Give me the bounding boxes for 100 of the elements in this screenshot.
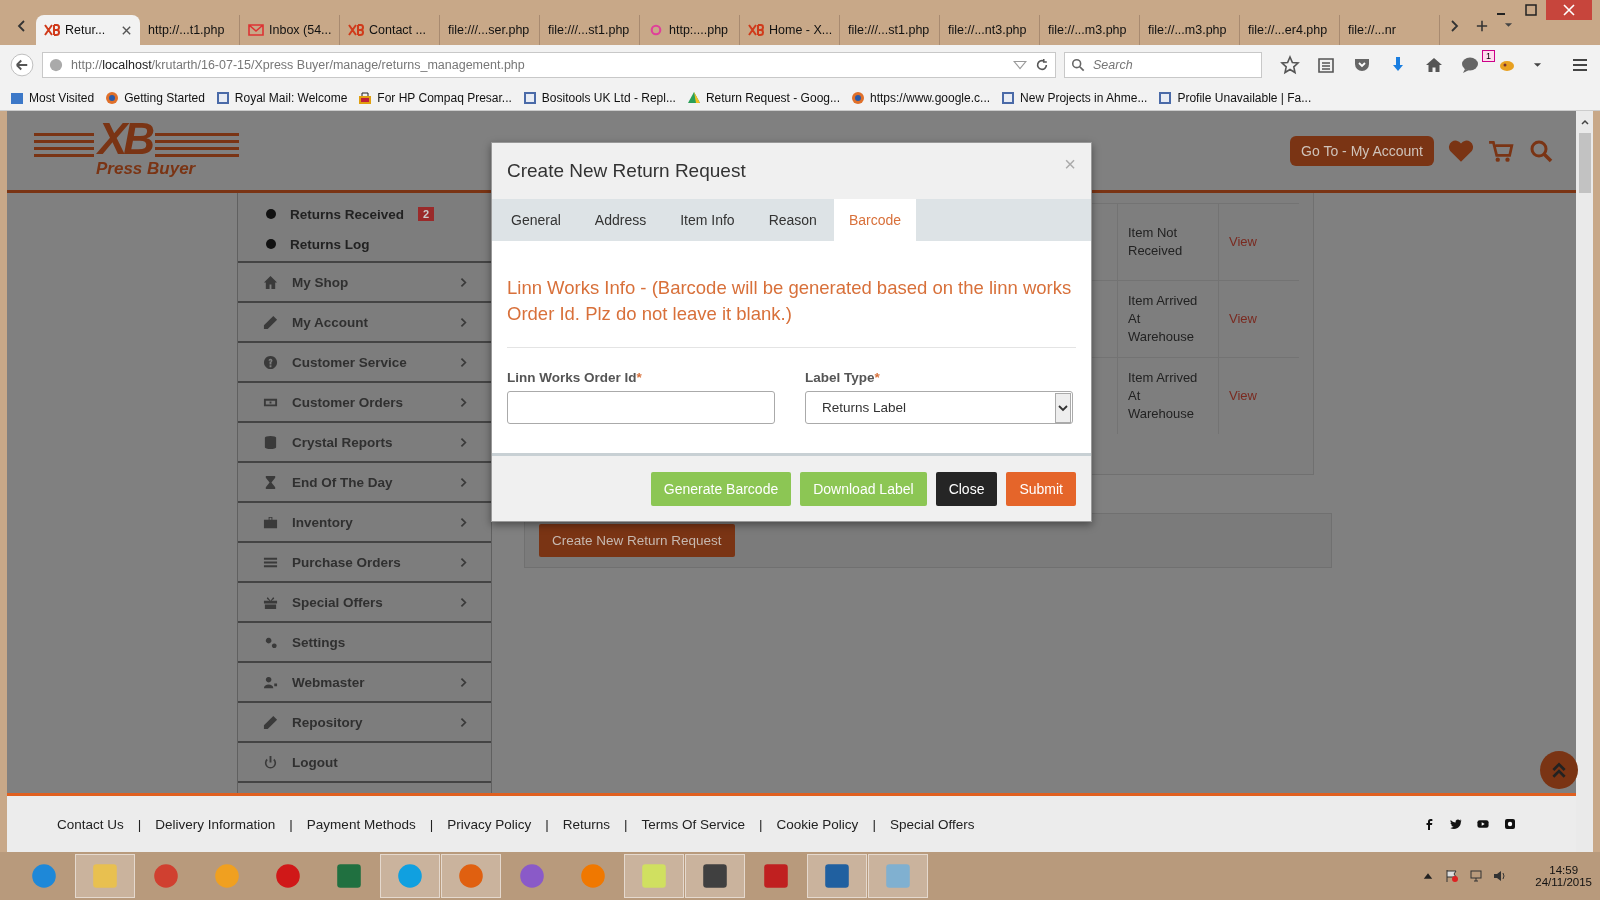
bookmark[interactable]: Most Visited — [10, 90, 95, 105]
tab-title: file:///...st1.php — [848, 23, 930, 37]
scroll-up-icon[interactable] — [1579, 118, 1590, 126]
pencil-icon — [263, 314, 278, 330]
info-heading: Linn Works Info - (Barcode will be generated based on the linn works Order Id. Plz do not leave it blank.) — [507, 275, 1076, 348]
cart-icon[interactable] — [1488, 138, 1514, 163]
chevron-icon — [459, 316, 467, 328]
chevron-icon — [459, 476, 467, 488]
dialog-tab[interactable]: Item Info — [663, 199, 752, 241]
reading-list-icon[interactable] — [1316, 55, 1336, 75]
home-icon[interactable] — [1424, 55, 1444, 75]
network-icon[interactable] — [1469, 869, 1484, 883]
order-id-field[interactable] — [507, 391, 775, 424]
browser-tab[interactable]: Retur... — [36, 15, 140, 45]
video-icon[interactable] — [1477, 818, 1489, 830]
scroll-thumb[interactable] — [1578, 133, 1591, 193]
taskbar-app[interactable] — [685, 854, 745, 898]
page-icon — [522, 90, 537, 105]
bullet-icon — [266, 209, 276, 219]
tab-title: file:///...ser.php — [448, 23, 530, 37]
page-icon — [1158, 90, 1173, 105]
flag-icon[interactable] — [1445, 869, 1460, 883]
sidebar-subitem[interactable]: Returns Log — [266, 229, 491, 259]
footer-link[interactable]: Terms Of Service — [641, 816, 746, 832]
footer-link[interactable]: Delivery Information — [155, 816, 276, 832]
dialog-tab[interactable]: Address — [577, 199, 664, 241]
gift-icon — [263, 594, 278, 610]
footer-link[interactable]: Special Offers — [889, 816, 975, 832]
bag-icon — [358, 90, 373, 105]
separator: | — [289, 816, 293, 832]
triangle-icon — [686, 90, 701, 105]
separator: | — [624, 816, 628, 832]
footer-link[interactable]: Returns — [562, 816, 610, 832]
tab-title: Retur... — [65, 23, 106, 37]
heart-icon[interactable] — [1448, 138, 1474, 163]
chevron-icon — [459, 276, 467, 288]
chevron-icon — [459, 676, 467, 688]
notification-badge: 1 — [1482, 50, 1495, 62]
search-icon — [1071, 58, 1085, 72]
label-type-dropdown[interactable]: Returns Label — [805, 391, 1073, 424]
page-icon — [215, 90, 230, 105]
pencil-icon — [263, 714, 278, 730]
search-field[interactable]: Search — [1064, 52, 1262, 78]
tab-title: Home - X... — [769, 23, 833, 37]
footer-link[interactable]: Cookie Policy — [776, 816, 859, 832]
chevron-icon — [459, 556, 467, 568]
search-icon[interactable] — [1528, 138, 1554, 163]
sidebar-subitem[interactable]: Returns Received 2 — [266, 199, 491, 229]
bookmark-label: Getting Started — [124, 90, 205, 105]
hourglass-icon — [263, 474, 278, 490]
separator: | — [429, 816, 434, 832]
create-request-button[interactable]: Create New Return Request — [539, 524, 735, 557]
mail-icon — [248, 24, 264, 36]
scrollbar[interactable] — [1576, 111, 1593, 852]
clock-time: 14:59 — [1549, 864, 1579, 876]
new-tab-icon[interactable] — [1476, 19, 1488, 33]
briefcase-icon — [263, 514, 278, 530]
footer-link[interactable]: Contact Us — [57, 816, 124, 832]
home-icon — [263, 274, 278, 290]
separator: | — [545, 816, 549, 832]
chevron-icon — [459, 516, 467, 528]
speaker-icon[interactable] — [1493, 869, 1508, 883]
power-icon — [263, 754, 278, 770]
address-bar[interactable]: http://localhost/krutarth/16-07-15/Xpress Buyer/manage/returns_management.php — [42, 52, 1056, 78]
twitter-icon[interactable] — [1450, 818, 1462, 830]
tab-title: file:///...st1.php — [548, 23, 630, 37]
star-icon[interactable] — [1280, 55, 1300, 75]
dropdown-icon[interactable] — [1013, 58, 1027, 72]
social-icon[interactable] — [1504, 818, 1516, 830]
taskbar-app[interactable] — [807, 854, 867, 898]
close-icon[interactable] — [1546, 0, 1592, 20]
dialog-tab[interactable]: General — [494, 199, 578, 241]
separator: | — [872, 816, 876, 832]
count-badge: 2 — [418, 207, 435, 221]
logo-icon — [748, 24, 764, 36]
tab-title: file://...m3.php — [1148, 23, 1227, 37]
clock-date: 24/11/2015 — [1535, 876, 1592, 888]
bullet-icon — [266, 239, 276, 249]
caret-icon[interactable] — [1504, 22, 1513, 28]
scroll-right-icon[interactable] — [1448, 19, 1460, 33]
field-label: Linn Works Order Id* — [507, 370, 643, 385]
caret-icon — [1055, 392, 1071, 423]
tab-title: Contact ... — [369, 23, 426, 37]
chevron-icon — [459, 356, 467, 368]
bookmark[interactable]: Getting Started — [105, 90, 205, 105]
scroll-left-icon[interactable] — [16, 19, 28, 33]
footer-link[interactable]: Privacy Policy — [447, 816, 532, 832]
tab-title: file://...er4.php — [1248, 23, 1328, 37]
account-button[interactable]: Go To - My Account — [1290, 135, 1434, 166]
dialog-title: Create New Return Request — [507, 160, 746, 182]
tab-title: file://...nt3.php — [948, 23, 1027, 37]
caret-icon[interactable] — [1533, 62, 1542, 68]
dialog-button[interactable]: Close — [935, 471, 998, 506]
chevron-icon — [459, 716, 467, 728]
status-cell: Item Not Received — [1117, 204, 1218, 280]
reload-icon[interactable] — [1035, 58, 1049, 72]
close-icon[interactable] — [121, 24, 132, 36]
dialog-tab[interactable]: Reason — [751, 199, 834, 241]
logo-icon — [348, 24, 364, 36]
footer-link[interactable]: Payment Methods — [306, 816, 416, 832]
